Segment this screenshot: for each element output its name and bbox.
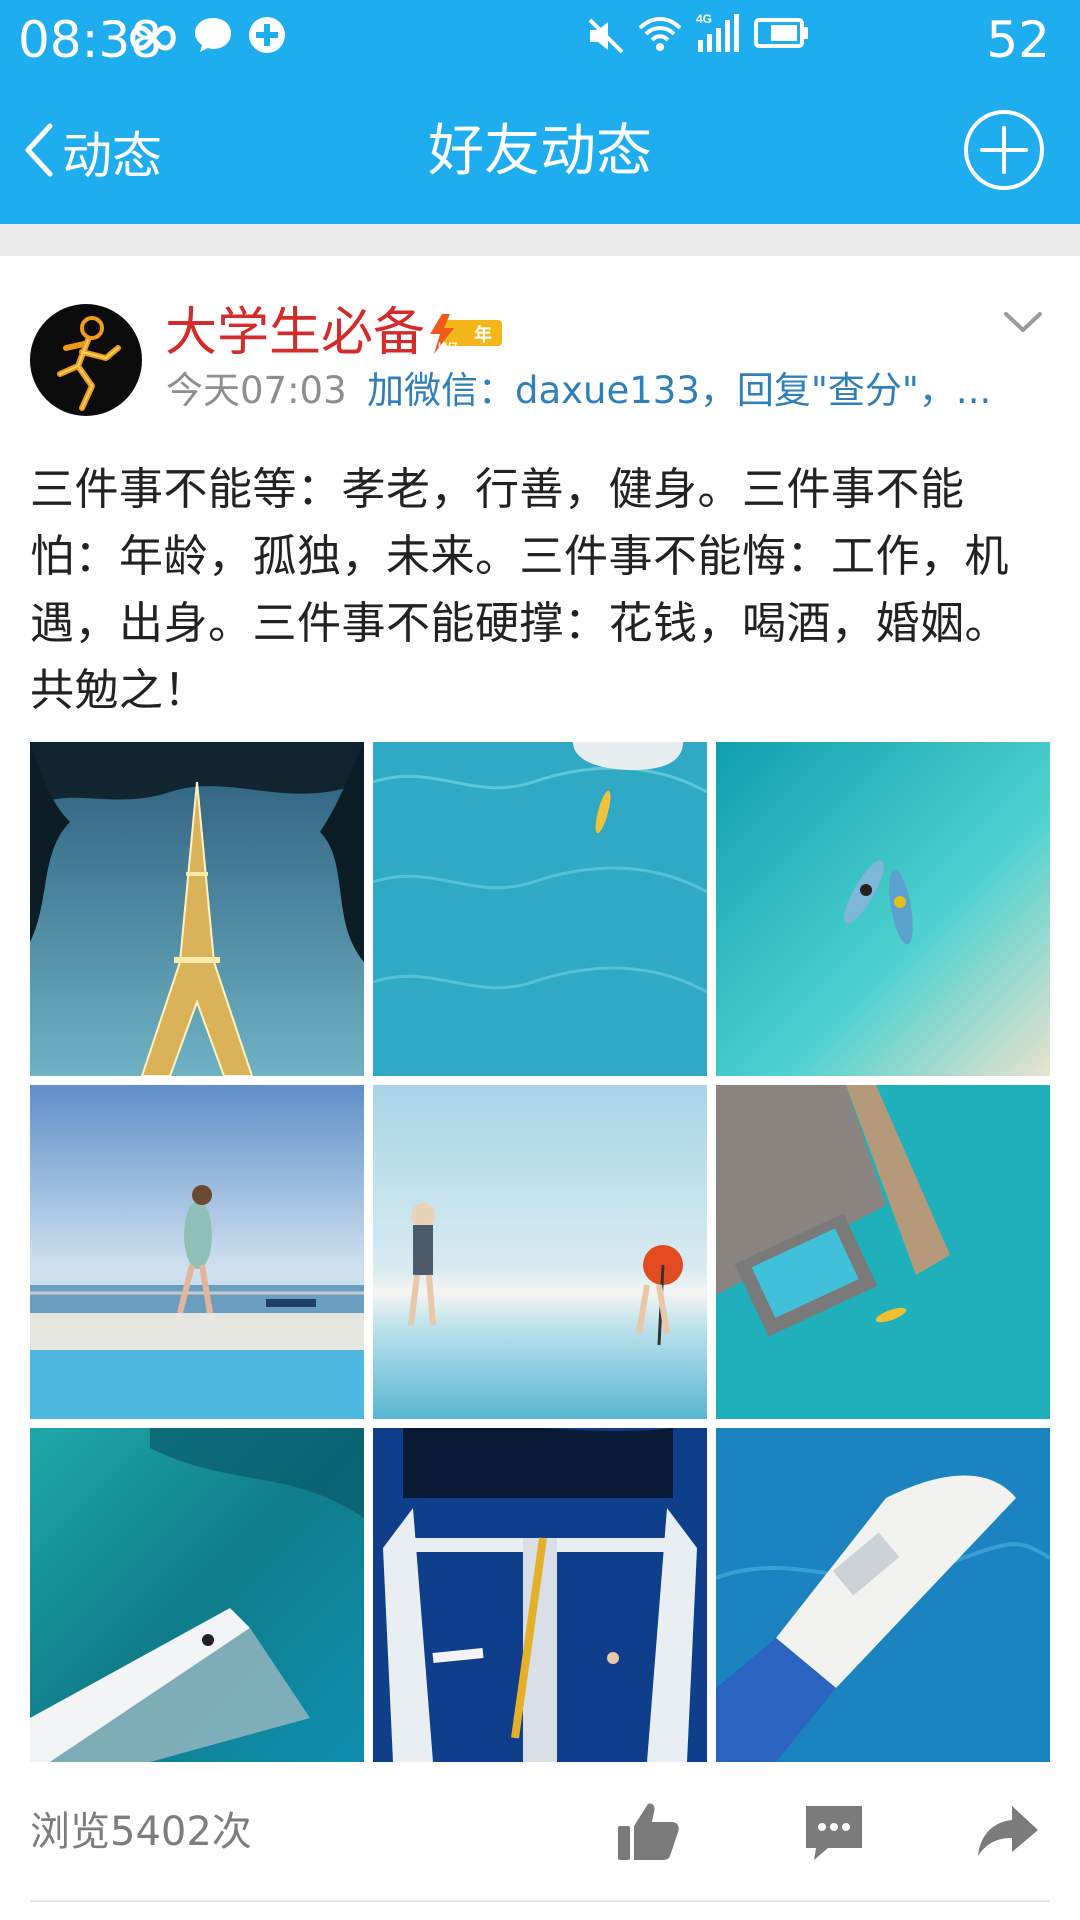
mute-icon	[584, 14, 628, 62]
status-bar: 08:38 4G 52	[0, 0, 1080, 80]
comment-button[interactable]	[798, 1796, 870, 1868]
battery-icon	[754, 16, 810, 54]
feed-post: 大学生必备 LV7 年 今天07:03 加微信：daxue133，回复"查分"，…	[0, 256, 1080, 1920]
level-badge: LV7 年	[424, 312, 504, 356]
add-circle-icon	[964, 110, 1044, 190]
chat-bubble-icon	[192, 14, 234, 60]
page-title: 好友动态	[428, 119, 652, 184]
infinity-icon	[128, 20, 178, 60]
post-divider	[30, 1900, 1050, 1902]
photo-catamaran-net-aerial[interactable]	[30, 1428, 364, 1762]
post-options-button[interactable]	[1000, 306, 1046, 338]
photo-person-by-pool[interactable]	[30, 1085, 364, 1419]
photo-beach-with-umbrella[interactable]	[373, 1085, 707, 1419]
battery-level: 52	[986, 11, 1050, 69]
comment-icon	[806, 1806, 862, 1860]
post-source-link[interactable]: 加微信：daxue133，回复"查分"，...	[367, 366, 991, 416]
photo-catamaran-deck[interactable]	[373, 1428, 707, 1762]
avatar[interactable]	[30, 304, 142, 416]
post-body-text: 三件事不能等：孝老，行善，健身。三件事不能怕：年龄，孤独，未来。三件事不能悔：工…	[30, 464, 1009, 716]
plus-cross-icon	[246, 14, 288, 60]
author-name[interactable]: 大学生必备	[165, 300, 425, 366]
nav-bar: 动态 好友动态	[0, 80, 1080, 224]
photo-kayaks-on-lagoon[interactable]	[716, 742, 1050, 1076]
photo-eiffel-tower[interactable]	[30, 742, 364, 1076]
photo-swimmer-in-pool[interactable]	[373, 742, 707, 1076]
chevron-down-icon	[1004, 312, 1042, 332]
add-button[interactable]	[962, 108, 1046, 192]
section-divider	[0, 224, 1080, 256]
photo-overwater-villa[interactable]	[716, 1085, 1050, 1419]
signal-icon: 4G	[694, 10, 742, 60]
post-time: 今天07:03	[166, 369, 347, 412]
svg-text:年: 年	[474, 324, 492, 346]
like-button[interactable]	[612, 1796, 684, 1868]
svg-text:4G: 4G	[696, 12, 712, 26]
view-count: 浏览5402次	[30, 1809, 252, 1855]
like-icon	[618, 1803, 679, 1860]
photo-boat-on-sea[interactable]	[716, 1428, 1050, 1762]
svg-text:LV7: LV7	[438, 341, 457, 353]
share-button[interactable]	[972, 1796, 1044, 1868]
share-icon	[978, 1806, 1038, 1856]
wifi-icon	[636, 14, 684, 58]
